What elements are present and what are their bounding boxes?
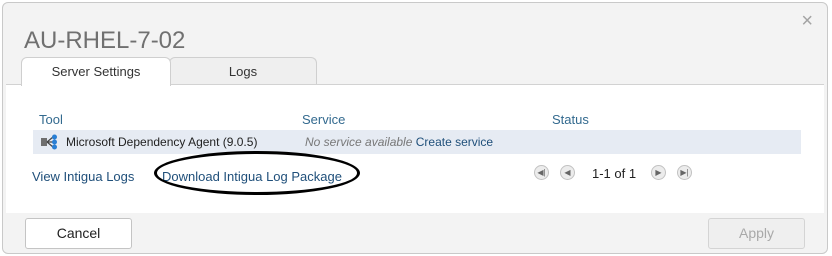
column-header-service: Service: [302, 112, 346, 127]
cancel-button[interactable]: Cancel: [25, 218, 132, 249]
tool-name: Microsoft Dependency Agent (9.0.5): [66, 135, 258, 149]
tab-server-settings[interactable]: Server Settings: [21, 57, 171, 86]
column-header-tool: Tool: [39, 112, 63, 127]
table-row[interactable]: Microsoft Dependency Agent (9.0.5) No se…: [33, 130, 801, 154]
service-status-text: No service available: [305, 135, 413, 149]
view-intigua-logs-link[interactable]: View Intigua Logs: [32, 169, 134, 184]
next-page-icon[interactable]: ▶: [651, 165, 666, 180]
apply-button[interactable]: Apply: [708, 218, 805, 249]
create-service-link[interactable]: Create service: [416, 135, 493, 149]
server-settings-dialog: × AU-RHEL-7-02 Server Settings Logs Tool…: [2, 2, 828, 254]
service-cell: No service available Create service: [305, 135, 493, 149]
close-icon[interactable]: ×: [801, 11, 813, 31]
tab-logs[interactable]: Logs: [169, 57, 317, 84]
first-page-icon[interactable]: ◀|: [534, 165, 549, 180]
previous-page-icon[interactable]: ◀: [560, 165, 575, 180]
dependency-agent-icon: [41, 134, 57, 150]
server-settings-panel: Tool Service Status Microsoft Dependency…: [6, 84, 824, 213]
dialog-title: AU-RHEL-7-02: [24, 27, 186, 54]
last-page-icon[interactable]: ▶|: [677, 165, 692, 180]
column-header-status: Status: [552, 112, 589, 127]
pagination-info: 1-1 of 1: [592, 166, 637, 181]
download-log-package-link[interactable]: Download Intigua Log Package: [162, 169, 342, 184]
